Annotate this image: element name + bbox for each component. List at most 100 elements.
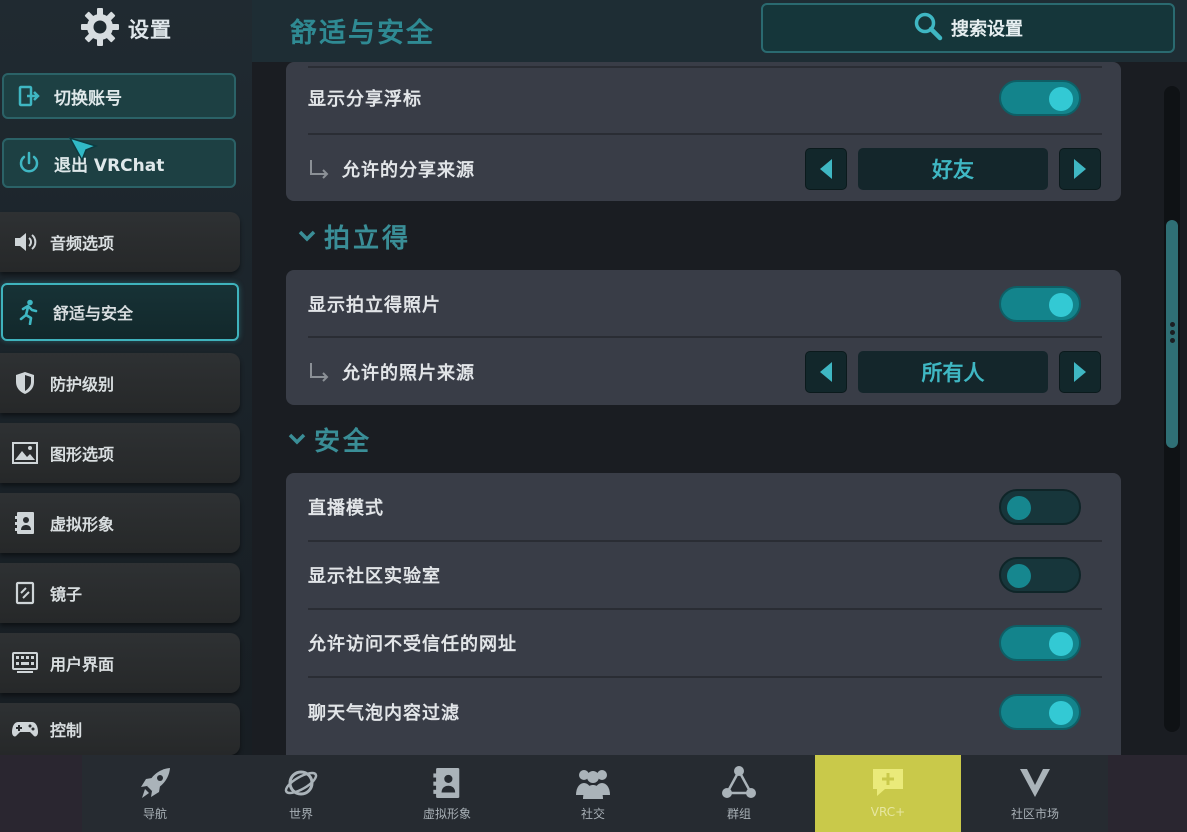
- sidebar-item-protection-level[interactable]: 防护级别: [0, 353, 240, 413]
- image-icon: [12, 440, 38, 466]
- dock-item-label: VRC+: [870, 805, 906, 819]
- vrcplus-chat-icon: [868, 763, 908, 803]
- sidebar-item-mirror[interactable]: 镜子: [0, 563, 240, 623]
- community-labs-row: 显示社区实验室: [308, 541, 1101, 609]
- section-title: 安全: [314, 427, 373, 457]
- sidebar-item-label: 音频选项: [50, 234, 115, 253]
- sidebar-item-comfort-safety[interactable]: 舒适与安全: [1, 283, 239, 341]
- shield-icon: [12, 370, 38, 396]
- keyboard-icon: [12, 650, 38, 676]
- polaroid-card: 显示拍立得照片 允许的照片来源 所有人: [286, 270, 1121, 405]
- show-share-marker-row: 显示分享浮标: [308, 64, 1101, 132]
- dock-item-social[interactable]: 社交: [520, 755, 666, 832]
- avatar-book-icon: [12, 510, 38, 536]
- top-bar: 舒适与安全 搜索设置: [252, 0, 1187, 62]
- toggle-knob: [1049, 87, 1073, 111]
- allowed-share-source-row: 允许的分享来源 好友: [308, 135, 1101, 203]
- dock-item-avatars[interactable]: 虚拟形象: [374, 755, 520, 832]
- bottom-dock: 导航 世界 虚拟形象 社交 群组 VRC+ 社区市场: [82, 755, 1108, 832]
- polaroid-section-header[interactable]: 拍立得: [298, 218, 411, 255]
- row-label: 直播模式: [308, 498, 384, 519]
- dock-item-vrcplus[interactable]: VRC+: [815, 755, 961, 832]
- switch-account-label: 切换账号: [54, 88, 122, 109]
- triangle-right-icon: [1074, 159, 1086, 179]
- toggle-knob: [1007, 496, 1031, 520]
- streamer-mode-toggle[interactable]: [999, 489, 1081, 525]
- triangle-left-icon: [820, 362, 832, 382]
- triangle-right-icon: [1074, 362, 1086, 382]
- row-label: 显示拍立得照片: [308, 295, 441, 316]
- dock-item-label: 虚拟形象: [422, 807, 471, 821]
- toggle-knob: [1007, 564, 1031, 588]
- row-label: 允许的分享来源: [342, 160, 475, 181]
- dock-item-label: 社交: [580, 807, 605, 821]
- toggle-knob: [1049, 701, 1073, 725]
- sub-arrow-icon: [308, 159, 330, 179]
- rocket-icon: [135, 763, 175, 803]
- share-source-next-button[interactable]: [1059, 148, 1101, 190]
- show-share-marker-toggle[interactable]: [999, 80, 1081, 116]
- sidebar-title: 设置: [128, 18, 172, 42]
- share-source-stepper: 好友: [805, 148, 1101, 190]
- sidebar-item-label: 虚拟形象: [50, 515, 115, 534]
- search-icon: [913, 11, 943, 45]
- row-label: 允许访问不受信任的网址: [308, 634, 517, 655]
- dock-item-label: 世界: [288, 807, 313, 821]
- row-label: 聊天气泡内容过滤: [308, 703, 460, 724]
- exit-vrchat-button[interactable]: 退出 VRChat: [2, 138, 236, 188]
- sub-arrow-icon: [308, 362, 330, 382]
- gamepad-icon: [12, 716, 38, 742]
- sidebar-item-label: 控制: [50, 721, 83, 740]
- sidebar-item-avatar[interactable]: 虚拟形象: [0, 493, 240, 553]
- sidebar-item-controls[interactable]: 控制: [0, 703, 240, 755]
- toggle-knob: [1049, 632, 1073, 656]
- community-labs-toggle[interactable]: [999, 557, 1081, 593]
- safety-card: 直播模式 显示社区实验室 允许访问不受信任的网址 聊天气泡内容过滤: [286, 473, 1121, 755]
- share-source-prev-button[interactable]: [805, 148, 847, 190]
- dock-item-label: 社区市场: [1010, 807, 1059, 821]
- pointer-cursor: [68, 136, 99, 166]
- share-source-value: 好友: [858, 148, 1048, 190]
- sidebar-item-audio[interactable]: 音频选项: [0, 212, 240, 272]
- untrusted-urls-toggle[interactable]: [999, 625, 1081, 661]
- show-polaroid-toggle[interactable]: [999, 286, 1081, 322]
- photo-source-prev-button[interactable]: [805, 351, 847, 393]
- allowed-photo-source-row: 允许的照片来源 所有人: [308, 338, 1101, 406]
- gear-icon: [80, 7, 120, 51]
- sidebar-item-user-interface[interactable]: 用户界面: [0, 633, 240, 693]
- switch-account-button[interactable]: 切换账号: [2, 73, 236, 119]
- v-logo-icon: [1015, 763, 1055, 803]
- power-icon: [16, 150, 42, 176]
- safety-section-header[interactable]: 安全: [288, 421, 372, 458]
- page-title: 舒适与安全: [290, 18, 435, 49]
- sidebar-item-label: 防护级别: [50, 375, 115, 394]
- avatar-book-icon: [427, 763, 467, 803]
- triangle-left-icon: [820, 159, 832, 179]
- sidebar-item-label: 镜子: [50, 585, 83, 604]
- search-settings-button[interactable]: 搜索设置: [761, 3, 1175, 53]
- toggle-knob: [1049, 293, 1073, 317]
- chevron-down-icon: [298, 227, 316, 246]
- switch-account-icon: [16, 83, 42, 109]
- row-label: 显示分享浮标: [308, 89, 422, 110]
- panel-grip-icon[interactable]: [1170, 322, 1175, 346]
- sidebar-item-label: 舒适与安全: [53, 304, 134, 323]
- speaker-icon: [12, 229, 38, 255]
- sidebar-item-label: 图形选项: [50, 445, 115, 464]
- photo-source-next-button[interactable]: [1059, 351, 1101, 393]
- chevron-down-icon: [288, 430, 306, 449]
- chat-bubble-filter-toggle[interactable]: [999, 694, 1081, 730]
- settings-content: 显示分享浮标 允许的分享来源 好友 拍立得 显示拍立得照片 允许的照片来源 所有…: [252, 62, 1187, 755]
- sidebar-item-graphics[interactable]: 图形选项: [0, 423, 240, 483]
- dock-item-marketplace[interactable]: 社区市场: [962, 755, 1108, 832]
- show-polaroid-row: 显示拍立得照片: [308, 270, 1101, 338]
- search-settings-label: 搜索设置: [951, 19, 1023, 40]
- photo-source-value: 所有人: [858, 351, 1048, 393]
- dock-item-label: 群组: [726, 807, 751, 821]
- sidebar-header: 设置: [0, 0, 252, 58]
- dock-item-worlds[interactable]: 世界: [228, 755, 374, 832]
- sidebar-item-label: 用户界面: [50, 655, 115, 674]
- dock-item-label: 导航: [142, 807, 167, 821]
- dock-item-groups[interactable]: 群组: [666, 755, 812, 832]
- dock-item-navigation[interactable]: 导航: [82, 755, 228, 832]
